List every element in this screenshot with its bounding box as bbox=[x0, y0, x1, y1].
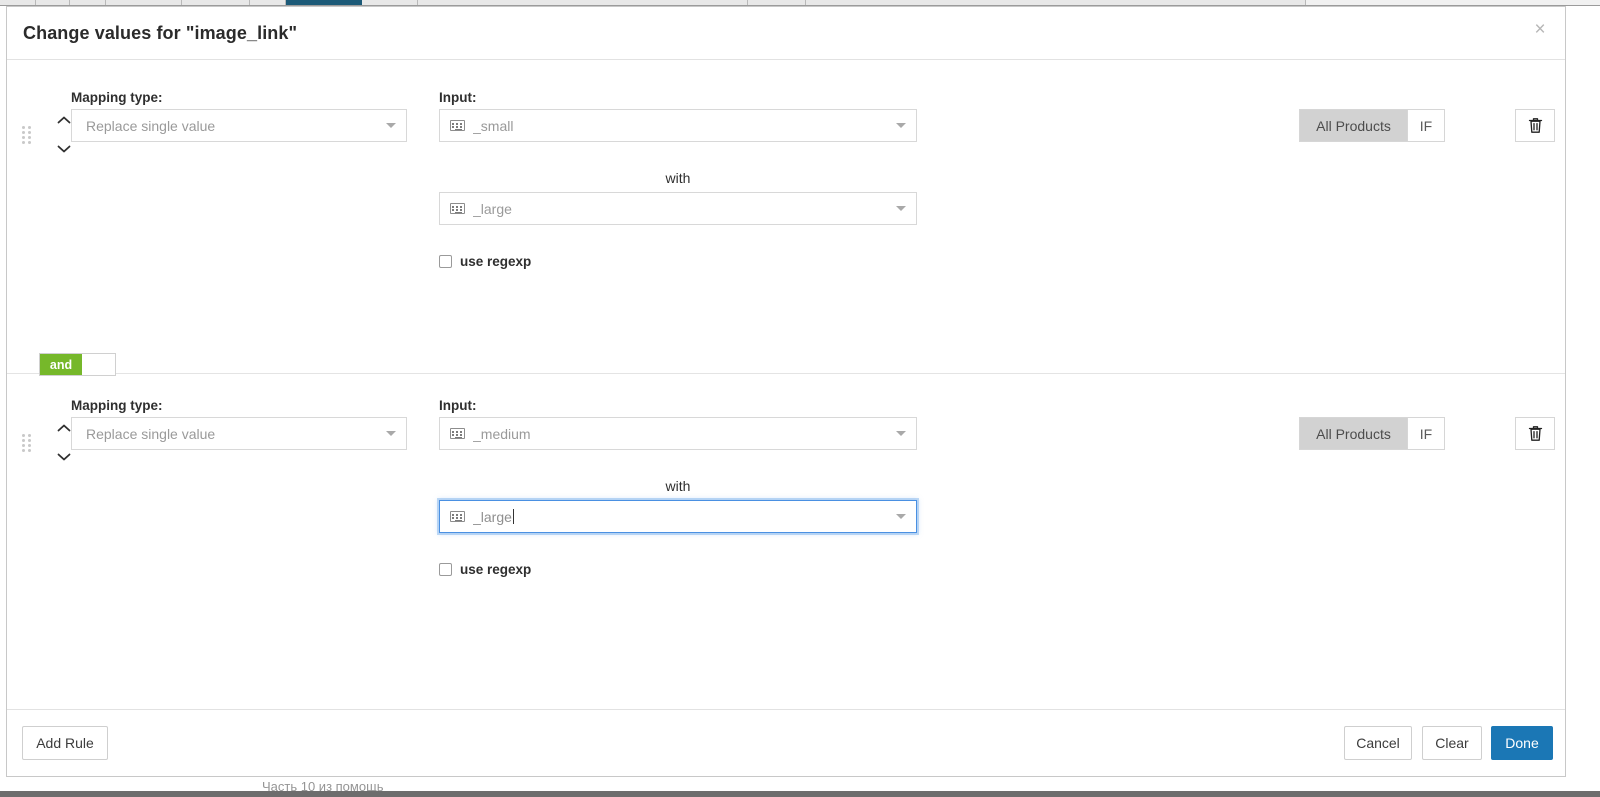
mapping-type-label: Mapping type: bbox=[71, 398, 163, 413]
input-label: Input: bbox=[439, 398, 477, 413]
chevron-down-icon bbox=[896, 206, 906, 211]
scope-if-button[interactable]: IF bbox=[1408, 418, 1444, 449]
chevron-down-icon bbox=[386, 123, 396, 128]
input-value-select[interactable]: _medium bbox=[439, 417, 917, 450]
rule-row: Mapping type: Replace single value Input… bbox=[7, 390, 1565, 648]
scope-segmented-control: All Products IF bbox=[1299, 109, 1445, 142]
with-value: _large bbox=[473, 200, 512, 217]
input-value: _medium bbox=[473, 425, 531, 442]
trash-icon bbox=[1528, 426, 1542, 441]
page-title: Change values for "image_link" bbox=[23, 22, 298, 43]
scope-all-products-button[interactable]: All Products bbox=[1300, 110, 1408, 141]
use-regexp-label: use regexp bbox=[460, 562, 532, 577]
scope-segmented-control: All Products IF bbox=[1299, 417, 1445, 450]
background-tab bbox=[36, 0, 70, 5]
use-regexp-checkbox[interactable]: use regexp bbox=[439, 562, 531, 577]
close-icon[interactable]: × bbox=[1529, 18, 1551, 40]
input-label: Input: bbox=[439, 90, 477, 105]
background-tab bbox=[418, 0, 748, 5]
change-values-dialog: Change values for "image_link" × Mapping bbox=[6, 6, 1566, 777]
text-cursor bbox=[512, 509, 514, 524]
with-label: with bbox=[665, 478, 691, 494]
rule-row: Mapping type: Replace single value Input… bbox=[7, 82, 1565, 340]
background-bottom-text: Часть 10 из помощь bbox=[262, 779, 384, 791]
background-tab-active bbox=[286, 0, 362, 5]
dialog-header: Change values for "image_link" × bbox=[7, 7, 1565, 60]
add-rule-button[interactable]: Add Rule bbox=[22, 726, 108, 760]
background-tab bbox=[70, 0, 106, 5]
dialog-footer: Add Rule Cancel Clear Done bbox=[7, 709, 1565, 776]
chevron-down-icon bbox=[896, 431, 906, 436]
dialog-body: Mapping type: Replace single value Input… bbox=[7, 60, 1565, 709]
scope-all-products-button[interactable]: All Products bbox=[1300, 418, 1408, 449]
mapping-type-value: Replace single value bbox=[86, 117, 216, 134]
mapping-type-select[interactable]: Replace single value bbox=[71, 109, 407, 142]
background-tab bbox=[0, 0, 36, 5]
delete-rule-button[interactable] bbox=[1515, 109, 1555, 142]
screen: Change values for "image_link" × Mapping bbox=[0, 0, 1600, 797]
mapping-type-label: Mapping type: bbox=[71, 90, 163, 105]
with-value-select[interactable]: _large bbox=[439, 192, 917, 225]
mapping-type-value: Replace single value bbox=[86, 425, 216, 442]
delete-rule-button[interactable] bbox=[1515, 417, 1555, 450]
chevron-down-icon[interactable] bbox=[57, 144, 71, 153]
background-bottom-strip bbox=[0, 791, 1600, 797]
cancel-button[interactable]: Cancel bbox=[1344, 726, 1412, 760]
background-tab bbox=[250, 0, 286, 5]
with-value-select[interactable]: _large bbox=[439, 500, 917, 533]
connector-or-button[interactable] bbox=[82, 354, 115, 375]
chevron-down-icon bbox=[386, 431, 396, 436]
keyboard-icon bbox=[450, 203, 465, 214]
chevron-up-icon[interactable] bbox=[57, 424, 71, 433]
rule-connector: and bbox=[7, 353, 1565, 376]
use-regexp-checkbox[interactable]: use regexp bbox=[439, 254, 531, 269]
chevron-down-icon bbox=[896, 514, 906, 519]
keyboard-icon bbox=[450, 120, 465, 131]
connector-divider bbox=[7, 373, 1565, 374]
keyboard-icon bbox=[450, 511, 465, 522]
background-tab bbox=[806, 0, 1306, 5]
checkbox-box[interactable] bbox=[439, 563, 452, 576]
done-button[interactable]: Done bbox=[1491, 726, 1553, 760]
background-tab bbox=[182, 0, 250, 5]
use-regexp-label: use regexp bbox=[460, 254, 532, 269]
mapping-type-select[interactable]: Replace single value bbox=[71, 417, 407, 450]
drag-handle-icon[interactable] bbox=[22, 434, 33, 452]
input-value: _small bbox=[473, 117, 514, 134]
background-tab bbox=[362, 0, 418, 5]
trash-icon bbox=[1528, 118, 1542, 133]
checkbox-box[interactable] bbox=[439, 255, 452, 268]
background-tab bbox=[748, 0, 806, 5]
chevron-down-icon bbox=[896, 123, 906, 128]
background-tab bbox=[106, 0, 182, 5]
input-value-select[interactable]: _small bbox=[439, 109, 917, 142]
scope-if-button[interactable]: IF bbox=[1408, 110, 1444, 141]
keyboard-icon bbox=[450, 428, 465, 439]
connector-and-button[interactable]: and bbox=[40, 354, 82, 375]
clear-button[interactable]: Clear bbox=[1422, 726, 1482, 760]
drag-handle-icon[interactable] bbox=[22, 126, 33, 144]
with-label: with bbox=[665, 170, 691, 186]
chevron-down-icon[interactable] bbox=[57, 452, 71, 461]
with-value: _large bbox=[473, 508, 512, 525]
connector-toggle: and bbox=[39, 353, 116, 376]
chevron-up-icon[interactable] bbox=[57, 116, 71, 125]
